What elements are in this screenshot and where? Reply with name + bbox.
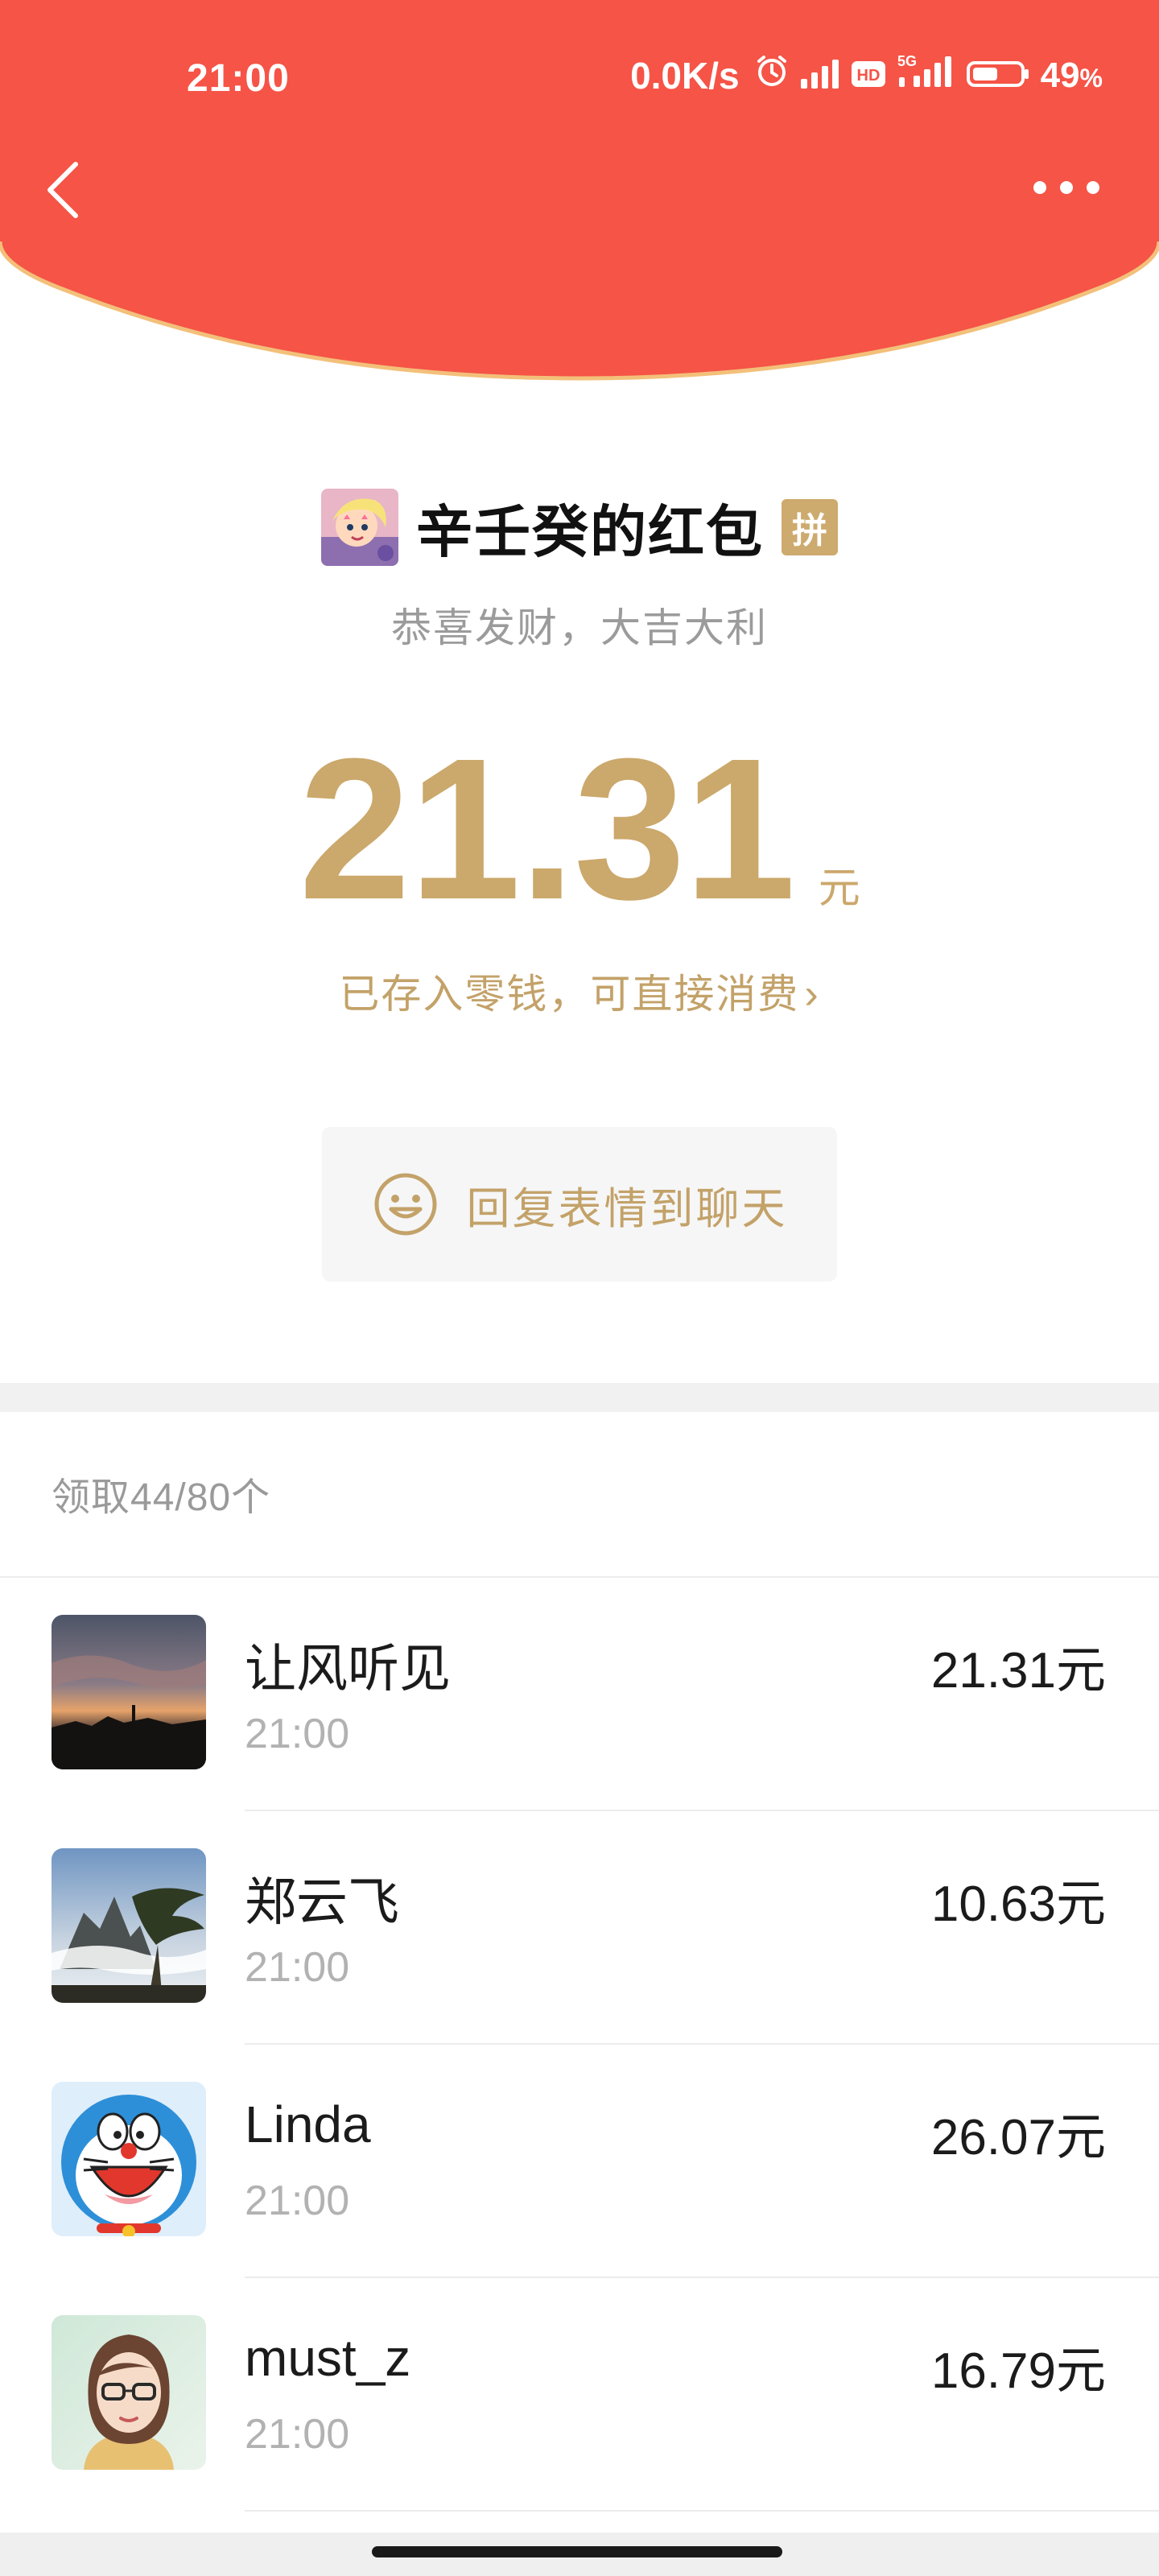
red-packet-header: 21:00 0.0K/s HD 5G 49% xyxy=(0,0,1159,386)
alarm-icon xyxy=(754,53,790,97)
mountain-avatar[interactable] xyxy=(52,1848,206,2003)
claim-amount: 26.07元 xyxy=(930,2110,1106,2165)
signal-icon xyxy=(799,54,841,97)
amount-row: 21.31 元 xyxy=(0,716,1159,941)
blessing-text: 恭喜发财，大吉大利 xyxy=(391,605,768,650)
claimer-name: 让风听见 xyxy=(245,1640,451,1698)
smiley-icon xyxy=(374,1173,436,1236)
claim-count: 领取44/80个 xyxy=(52,1476,271,1519)
svg-text:5G: 5G xyxy=(897,53,917,69)
claim-list-item[interactable]: Linda 21:00 26.07元 xyxy=(0,2045,1159,2278)
list-divider xyxy=(245,2510,1159,2512)
claim-list-item[interactable]: must_z 21:00 16.79元 xyxy=(0,2278,1159,2512)
claimer-name: 郑云飞 xyxy=(245,1873,399,1931)
claim-amount: 10.63元 xyxy=(930,1876,1106,1932)
reply-sticker-label: 回复表情到聊天 xyxy=(466,1184,788,1233)
woman-glasses-avatar[interactable] xyxy=(52,2315,206,2470)
battery-percent: 49% xyxy=(1041,56,1103,96)
battery-percent-symbol: % xyxy=(1079,63,1103,93)
battery-percent-value: 49 xyxy=(1040,55,1080,95)
claim-amount: 21.31元 xyxy=(930,1643,1106,1699)
status-icons: 0.0K/s HD 5G 49% xyxy=(630,53,1103,97)
reply-sticker-button[interactable]: 回复表情到聊天 xyxy=(322,1127,837,1282)
sender-avatar[interactable] xyxy=(321,489,398,566)
status-bar: 21:00 0.0K/s HD 5G 49% xyxy=(0,0,1159,153)
battery-icon xyxy=(966,54,1031,97)
back-button[interactable] xyxy=(34,153,98,225)
doraemon-avatar[interactable] xyxy=(52,2082,206,2236)
group-packet-badge: 拼 xyxy=(782,499,838,555)
received-amount: 21.31 xyxy=(299,716,796,941)
home-indicator[interactable] xyxy=(372,2546,782,2557)
gesture-bar xyxy=(0,2533,1159,2576)
chevron-left-icon xyxy=(47,162,78,218)
more-dots-icon xyxy=(1033,181,1099,194)
network-speed: 0.0K/s xyxy=(630,54,740,97)
claim-list-item[interactable]: 郑云飞 21:00 10.63元 xyxy=(0,1811,1159,2045)
sunset-avatar[interactable] xyxy=(52,1615,206,1769)
claim-list-item[interactable]: 让风听见 21:00 21.31元 xyxy=(0,1578,1159,1811)
saved-link-label: 已存入零钱，可直接消费 xyxy=(339,972,800,1017)
svg-text:HD: HD xyxy=(856,67,880,85)
amount-unit: 元 xyxy=(818,865,860,912)
claim-time: 21:00 xyxy=(245,1711,350,1757)
claim-time: 21:00 xyxy=(245,1944,350,1991)
section-divider xyxy=(0,1383,1159,1412)
claimer-name: Linda xyxy=(245,2095,371,2153)
sender-title: 辛壬癸的红包 xyxy=(416,500,764,564)
hd-icon: HD xyxy=(851,54,886,97)
claimer-name: must_z xyxy=(245,2329,411,2387)
claim-time: 21:00 xyxy=(245,2178,350,2224)
chevron-right-icon: › xyxy=(804,971,820,1018)
claim-time: 21:00 xyxy=(245,2411,350,2458)
claim-amount: 16.79元 xyxy=(930,2343,1106,2399)
more-options-button[interactable] xyxy=(1022,161,1111,217)
saved-to-change-link[interactable]: 已存入零钱，可直接消费 › xyxy=(0,962,1159,1020)
sender-row: 辛壬癸的红包 拼 xyxy=(0,483,1159,572)
status-time: 21:00 xyxy=(187,57,290,100)
5g-signal-icon: 5G xyxy=(896,53,957,97)
